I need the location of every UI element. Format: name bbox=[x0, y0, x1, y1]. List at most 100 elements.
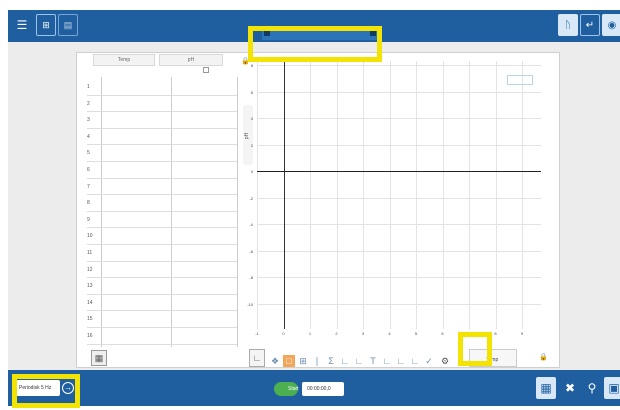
zoom-icon[interactable]: ❖ bbox=[269, 355, 281, 367]
column-dropdown-marker[interactable] bbox=[203, 67, 209, 73]
fit-icon[interactable]: ∟ bbox=[381, 355, 393, 367]
grid-line-vertical bbox=[336, 61, 338, 329]
grid-view-button[interactable]: ▦ bbox=[91, 350, 107, 366]
table-row-line bbox=[87, 161, 237, 162]
grid-line-horizontal bbox=[257, 91, 541, 93]
scale-icon[interactable]: ∟ bbox=[409, 355, 421, 367]
marker-icon[interactable]: ∣ bbox=[311, 355, 323, 367]
tools-icon: ✖ bbox=[564, 381, 576, 395]
sensor-button[interactable]: ▦ bbox=[536, 377, 556, 399]
grid-line-vertical bbox=[442, 61, 444, 329]
table-row-number[interactable]: 4 bbox=[87, 134, 101, 140]
grid-line-vertical bbox=[257, 61, 258, 329]
menu-icon: ☰ bbox=[16, 18, 28, 32]
data-panel: Temp pH 🔒 pH 8 6 4 2 0 -2 -4 -6 -8 -10 -1 0 1 2 3 4 5 6 7 8… bbox=[76, 52, 560, 368]
table-row-number[interactable]: 16 bbox=[87, 333, 101, 339]
table-row-number[interactable]: 9 bbox=[87, 217, 101, 223]
table-row-number[interactable]: 15 bbox=[87, 316, 101, 322]
table-row-number[interactable]: 10 bbox=[87, 233, 101, 239]
highlight-box-title bbox=[248, 26, 382, 62]
report-button[interactable]: ↵ bbox=[580, 14, 600, 36]
probe-icon: ⚲ bbox=[587, 381, 597, 395]
work-area: Temp pH 🔒 pH 8 6 4 2 0 -2 -4 -6 -8 -10 -1 0 1 2 3 4 5 6 7 8… bbox=[8, 42, 620, 370]
column-header-ph[interactable]: pH bbox=[159, 54, 223, 66]
y-tick-label: -10 bbox=[247, 301, 253, 307]
sum-icon[interactable]: Σ bbox=[325, 355, 337, 367]
y-tick-label: 2 bbox=[250, 142, 253, 148]
table-row-line bbox=[87, 260, 237, 262]
grid-line-vertical bbox=[389, 61, 391, 329]
table-row-line bbox=[87, 327, 237, 328]
chart-icon: ∟ bbox=[252, 353, 262, 363]
table-row-number[interactable]: 1 bbox=[87, 84, 101, 90]
table-row-line bbox=[87, 293, 237, 295]
table-row-line bbox=[87, 94, 237, 96]
table-row-number[interactable]: 12 bbox=[87, 267, 101, 273]
x-tick-label: 4 bbox=[388, 331, 391, 336]
chart-type-button[interactable]: ∟ bbox=[249, 349, 265, 367]
tangent-icon[interactable]: ∟ bbox=[339, 355, 351, 367]
grid-line-horizontal bbox=[257, 224, 541, 225]
menu-button[interactable]: ☰ bbox=[12, 14, 32, 36]
probe-button[interactable]: ⚲ bbox=[582, 377, 602, 399]
table-row-number[interactable]: 5 bbox=[87, 150, 101, 156]
table-row-line bbox=[87, 244, 237, 245]
new-file-icon: ⊞ bbox=[42, 19, 50, 30]
table-row-number[interactable]: 14 bbox=[87, 300, 101, 306]
bluetooth-icon: ᚢ bbox=[565, 19, 571, 31]
grid-line-horizontal bbox=[257, 250, 541, 252]
y-axis-unit-tab[interactable]: pH bbox=[243, 105, 253, 165]
table-row-line bbox=[87, 111, 237, 113]
grid-line-horizontal bbox=[257, 197, 541, 199]
new-file-button[interactable]: ⊞ bbox=[36, 14, 56, 36]
x-tick-label: 5 bbox=[414, 331, 418, 336]
table-row-number[interactable]: 2 bbox=[87, 101, 101, 107]
table-divider bbox=[171, 77, 172, 347]
table-row-number[interactable]: 6 bbox=[87, 167, 101, 173]
timer-display: 00:00:00,0 bbox=[302, 382, 344, 396]
start-button[interactable]: Start bbox=[274, 382, 299, 396]
y-axis-line bbox=[283, 61, 285, 329]
open-document-button[interactable]: ▤ bbox=[58, 14, 78, 36]
graph-legend-box[interactable] bbox=[507, 75, 533, 85]
table-row-number[interactable]: 13 bbox=[87, 283, 101, 289]
camera-icon: ◉ bbox=[607, 19, 617, 31]
table-row-number[interactable]: 11 bbox=[87, 250, 101, 256]
column-header-temp[interactable]: Temp bbox=[93, 54, 155, 66]
table-row-number[interactable]: 8 bbox=[87, 200, 101, 206]
y-tick-label: 4 bbox=[250, 116, 253, 121]
x-tick-label: 3 bbox=[361, 331, 365, 336]
axis-icon[interactable]: ∟ bbox=[395, 355, 407, 367]
y-tick-label: 8 bbox=[250, 63, 253, 68]
table-row-line bbox=[87, 127, 237, 129]
table-row-line bbox=[87, 277, 237, 279]
y-tick-label: 6 bbox=[250, 89, 253, 95]
tools-button[interactable]: ✖ bbox=[560, 377, 580, 399]
settings-gear-icon[interactable]: ⚙ bbox=[439, 355, 451, 367]
document-icon: ▤ bbox=[63, 19, 73, 30]
table-row-line bbox=[87, 144, 237, 146]
table-row-number[interactable]: 7 bbox=[87, 184, 101, 190]
y-tick-label: 0 bbox=[250, 169, 253, 174]
x-tick-label: -1 bbox=[255, 331, 259, 336]
crop-icon[interactable]: ⊞ bbox=[297, 355, 309, 367]
select-icon[interactable]: □ bbox=[283, 355, 295, 367]
display-button[interactable]: ▣ bbox=[604, 377, 620, 399]
lock-icon[interactable]: 🔒 bbox=[539, 353, 548, 361]
table-row-line bbox=[87, 343, 237, 345]
camera-button[interactable]: ◉ bbox=[602, 14, 620, 36]
table-row-number[interactable]: 3 bbox=[87, 117, 101, 123]
bluetooth-button[interactable]: ᚢ bbox=[558, 14, 578, 36]
display-icon: ▣ bbox=[608, 381, 620, 395]
grid-line-horizontal bbox=[257, 277, 541, 278]
grid-line-horizontal bbox=[257, 118, 541, 119]
draw-icon[interactable]: ✓ bbox=[423, 355, 435, 367]
table-row-line bbox=[87, 194, 237, 196]
text-icon[interactable]: T bbox=[367, 355, 379, 367]
slope-icon[interactable]: ∟ bbox=[353, 355, 365, 367]
y-tick-label: -2 bbox=[249, 195, 253, 201]
report-icon: ↵ bbox=[585, 19, 595, 31]
highlight-box-settings bbox=[458, 332, 492, 366]
start-label: Start bbox=[288, 386, 299, 392]
graph-area[interactable]: 8 6 4 2 0 -2 -4 -6 -8 -10 -1 0 1 2 3 4 5 6 7 8 9 bbox=[247, 61, 549, 341]
